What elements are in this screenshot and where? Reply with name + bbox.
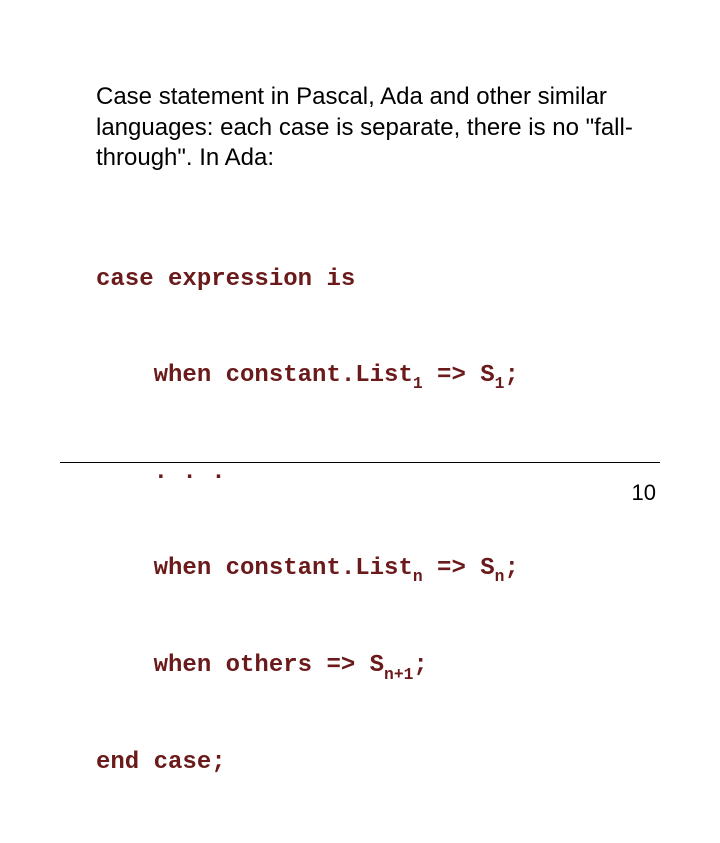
code-frag: when others => S xyxy=(96,652,384,679)
code-line-2: when constant.List1 => S1; xyxy=(96,360,656,393)
subscript: 1 xyxy=(413,374,423,393)
code-block: case expression is when constant.List1 =… xyxy=(96,200,656,843)
page-number: 10 xyxy=(632,480,656,506)
code-frag: ; xyxy=(504,555,518,582)
subscript: n xyxy=(495,567,505,586)
code-line-5: when others => Sn+1; xyxy=(96,650,656,683)
subscript: 1 xyxy=(495,374,505,393)
code-frag: ; xyxy=(504,362,518,389)
code-line-6: end case; xyxy=(96,747,656,779)
code-frag: ; xyxy=(413,652,427,679)
code-frag: when constant.List xyxy=(96,362,413,389)
divider-line xyxy=(60,462,660,463)
code-frag: when constant.List xyxy=(96,555,413,582)
code-frag: => S xyxy=(423,555,495,582)
slide: Case statement in Pascal, Ada and other … xyxy=(0,0,720,540)
subscript: n xyxy=(413,567,423,586)
paragraph-text: Case statement in Pascal, Ada and other … xyxy=(96,82,636,174)
code-line-1: case expression is xyxy=(96,264,656,296)
code-line-4: when constant.Listn => Sn; xyxy=(96,553,656,586)
code-frag: => S xyxy=(423,362,495,389)
subscript: n+1 xyxy=(384,665,413,684)
